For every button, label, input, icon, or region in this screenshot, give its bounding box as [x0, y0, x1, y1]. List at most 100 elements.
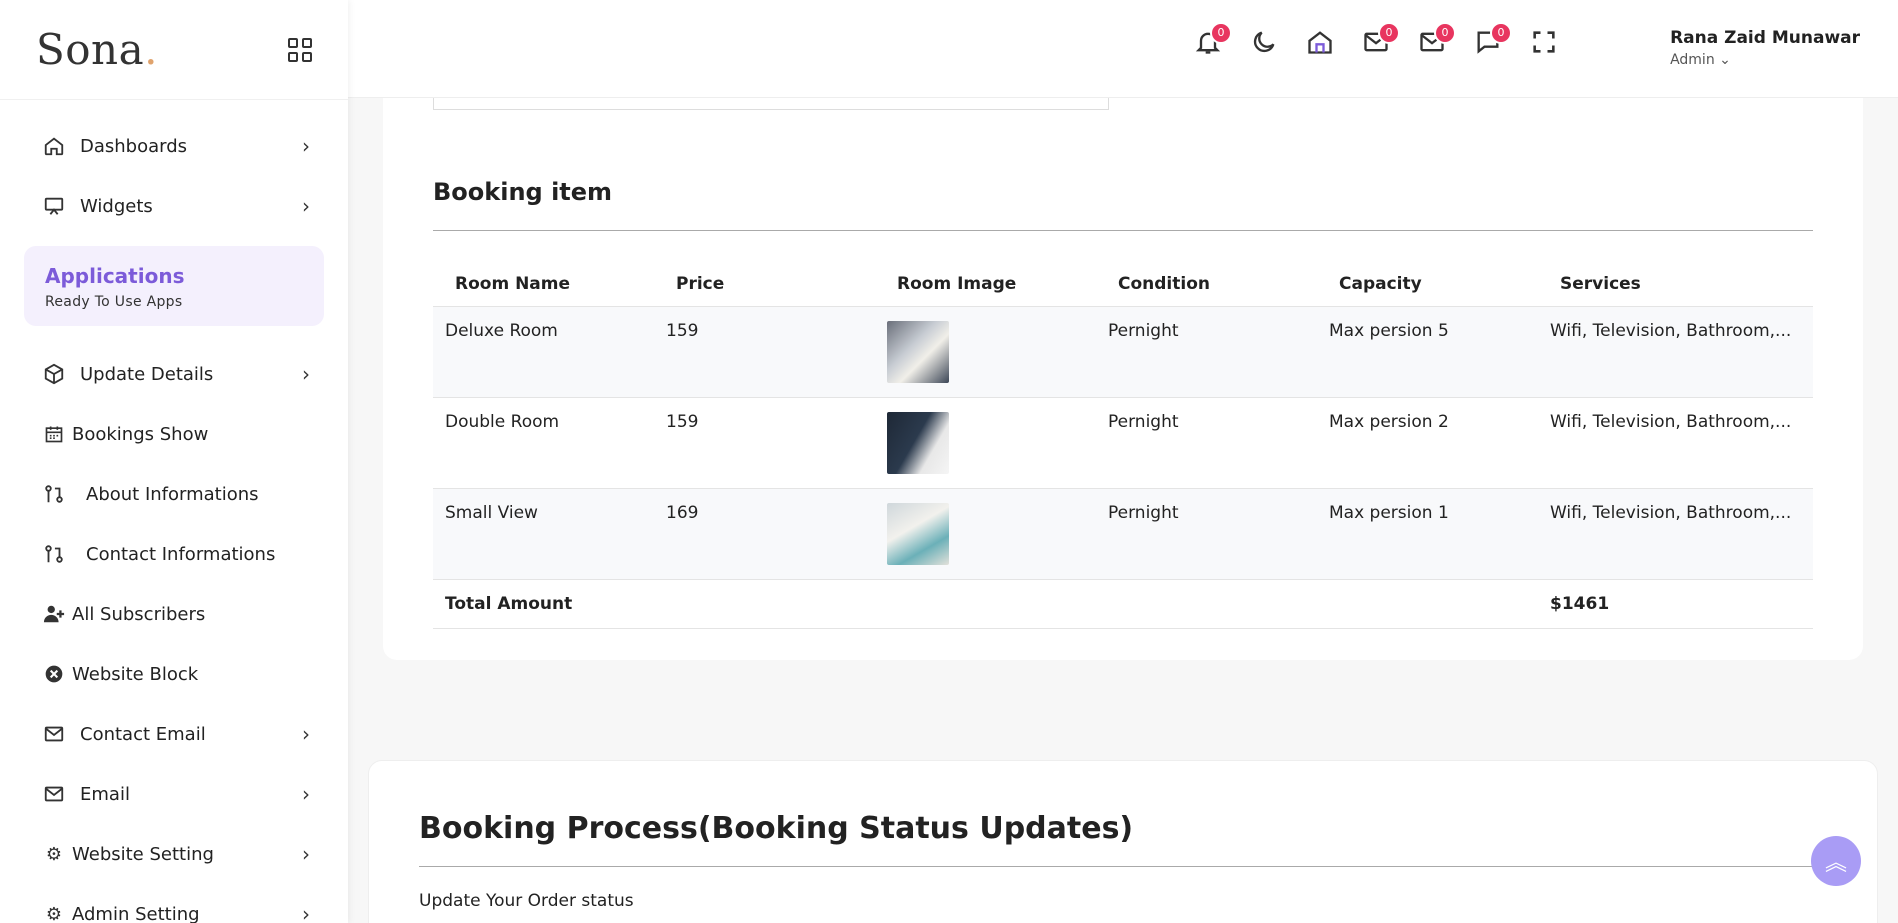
- room-services: Wifi, Television, Bathroom,...: [1538, 306, 1813, 398]
- room-image-cell: [875, 397, 1096, 489]
- booking-item-card: Booking item Room Name Price Room Image …: [383, 60, 1863, 660]
- room-image: [887, 503, 949, 565]
- user-menu[interactable]: Rana Zaid Munawar Admin ⌄: [1670, 28, 1860, 68]
- booking-table: Room Name Price Room Image Condition Cap…: [433, 252, 1813, 629]
- x-circle-icon: [42, 662, 66, 686]
- sidebar-item-contact-email[interactable]: Contact Email ›: [0, 704, 348, 764]
- gears-icon: ⚙: [45, 903, 63, 923]
- mail-icon[interactable]: 0: [1362, 22, 1400, 56]
- sidebar-item-website-setting[interactable]: ⚙ Website Setting ›: [0, 824, 348, 884]
- mail-icon[interactable]: 0: [1418, 22, 1456, 56]
- sidebar-item-update-details[interactable]: Update Details ›: [0, 344, 348, 404]
- chevron-right-icon: ›: [302, 194, 310, 218]
- applications-subtitle: Ready To Use Apps: [45, 294, 183, 310]
- calendar-icon: [42, 422, 66, 446]
- room-condition: Pernight: [1096, 397, 1317, 489]
- double-chevron-up-icon: ︽: [1824, 851, 1847, 876]
- chevron-down-icon: ⌄: [1719, 52, 1731, 68]
- room-image: [887, 321, 949, 383]
- table-row: Double Room 159 Pernight Max persion 2 W…: [433, 397, 1813, 489]
- monitor-icon: [42, 194, 66, 218]
- chevron-right-icon: ›: [302, 134, 310, 158]
- column-header: Services: [1560, 274, 1641, 294]
- chevron-right-icon: ›: [302, 362, 310, 386]
- table-row: Small View 169 Pernight Max persion 1 Wi…: [433, 488, 1813, 580]
- sidebar-item-contact-informations[interactable]: Contact Informations: [0, 524, 348, 584]
- room-name: Deluxe Room: [433, 306, 654, 398]
- chevron-right-icon: ›: [302, 722, 310, 746]
- mail-badge: 0: [1378, 22, 1400, 44]
- room-image-cell: [875, 488, 1096, 580]
- room-services: Wifi, Television, Bathroom,...: [1538, 397, 1813, 489]
- total-row: Total Amount $1461: [433, 579, 1813, 629]
- chevron-right-icon: ›: [302, 842, 310, 866]
- sidebar: Sona. Dashboards › Widgets › Application…: [0, 0, 348, 923]
- divider: [433, 230, 1813, 231]
- user-name: Rana Zaid Munawar: [1670, 28, 1860, 48]
- room-image-cell: [875, 306, 1096, 398]
- mail-icon: [42, 722, 66, 746]
- section-title: Booking item: [433, 178, 613, 206]
- apps-grid-icon[interactable]: [288, 37, 312, 62]
- sidebar-item-about-informations[interactable]: About Informations: [0, 464, 348, 524]
- column-header: Price: [676, 274, 725, 294]
- sidebar-item-widgets[interactable]: Widgets ›: [0, 176, 348, 236]
- chevron-right-icon: ›: [302, 782, 310, 806]
- room-name: Small View: [433, 488, 654, 580]
- room-price: 159: [654, 306, 875, 398]
- total-value: $1461: [1538, 579, 1813, 629]
- git-compare-icon: [42, 482, 66, 506]
- room-capacity: Max persion 5: [1317, 306, 1538, 398]
- column-header: Room Name: [455, 274, 571, 294]
- column-header: Room Image: [897, 274, 1017, 294]
- sidebar-item-all-subscribers[interactable]: All Subscribers: [0, 584, 348, 644]
- chat-icon[interactable]: 0: [1474, 22, 1512, 56]
- column-header: Capacity: [1339, 274, 1422, 294]
- brand-bar: Sona.: [0, 0, 348, 100]
- room-capacity: Max persion 2: [1317, 397, 1538, 489]
- home-icon: [42, 134, 66, 158]
- room-price: 169: [654, 488, 875, 580]
- room-price: 159: [654, 397, 875, 489]
- fullscreen-icon[interactable]: [1530, 28, 1558, 56]
- total-label: Total Amount: [433, 579, 654, 629]
- user-plus-icon: [42, 602, 66, 626]
- header-icons: 0 0 0 0: [1194, 22, 1558, 56]
- sidebar-item-website-block[interactable]: Website Block: [0, 644, 348, 704]
- top-header: 0 0 0 0 Rana Zaid Munawar Admin ⌄: [348, 0, 1898, 98]
- sidebar-item-email[interactable]: Email ›: [0, 764, 348, 824]
- room-image: [887, 412, 949, 474]
- gears-icon: ⚙: [45, 843, 63, 865]
- notification-badge: 0: [1210, 22, 1232, 44]
- room-condition: Pernight: [1096, 488, 1317, 580]
- table-header-row: Room Name Price Room Image Condition Cap…: [433, 252, 1813, 307]
- scroll-to-top-button[interactable]: ︽: [1811, 836, 1861, 886]
- table-row: Deluxe Room 159 Pernight Max persion 5 W…: [433, 306, 1813, 398]
- chat-badge: 0: [1490, 22, 1512, 44]
- process-subtitle: Update Your Order status: [419, 891, 634, 911]
- divider: [419, 866, 1829, 867]
- mail-badge: 0: [1434, 22, 1456, 44]
- box-icon: [42, 362, 66, 386]
- user-role: Admin ⌄: [1670, 52, 1731, 68]
- moon-icon[interactable]: [1250, 28, 1278, 56]
- sidebar-item-bookings-show[interactable]: Bookings Show: [0, 404, 348, 464]
- mail-icon: [42, 782, 66, 806]
- home-icon[interactable]: [1306, 28, 1334, 56]
- logo[interactable]: Sona.: [36, 25, 158, 74]
- chevron-right-icon: ›: [302, 902, 310, 923]
- room-condition: Pernight: [1096, 306, 1317, 398]
- column-header: Condition: [1118, 274, 1210, 294]
- git-compare-icon: [42, 542, 66, 566]
- sidebar-item-dashboards[interactable]: Dashboards ›: [0, 116, 348, 176]
- bell-icon[interactable]: 0: [1194, 22, 1232, 56]
- applications-title: Applications: [45, 264, 185, 288]
- room-services: Wifi, Television, Bathroom,...: [1538, 488, 1813, 580]
- sidebar-nav: Dashboards › Widgets › Applications Read…: [0, 100, 348, 923]
- booking-process-card: Booking Process(Booking Status Updates) …: [368, 760, 1878, 923]
- sidebar-item-admin-setting[interactable]: ⚙ Admin Setting ›: [0, 884, 348, 923]
- room-capacity: Max persion 1: [1317, 488, 1538, 580]
- room-name: Double Room: [433, 397, 654, 489]
- applications-box[interactable]: Applications Ready To Use Apps: [24, 246, 324, 326]
- process-title: Booking Process(Booking Status Updates): [419, 811, 1134, 846]
